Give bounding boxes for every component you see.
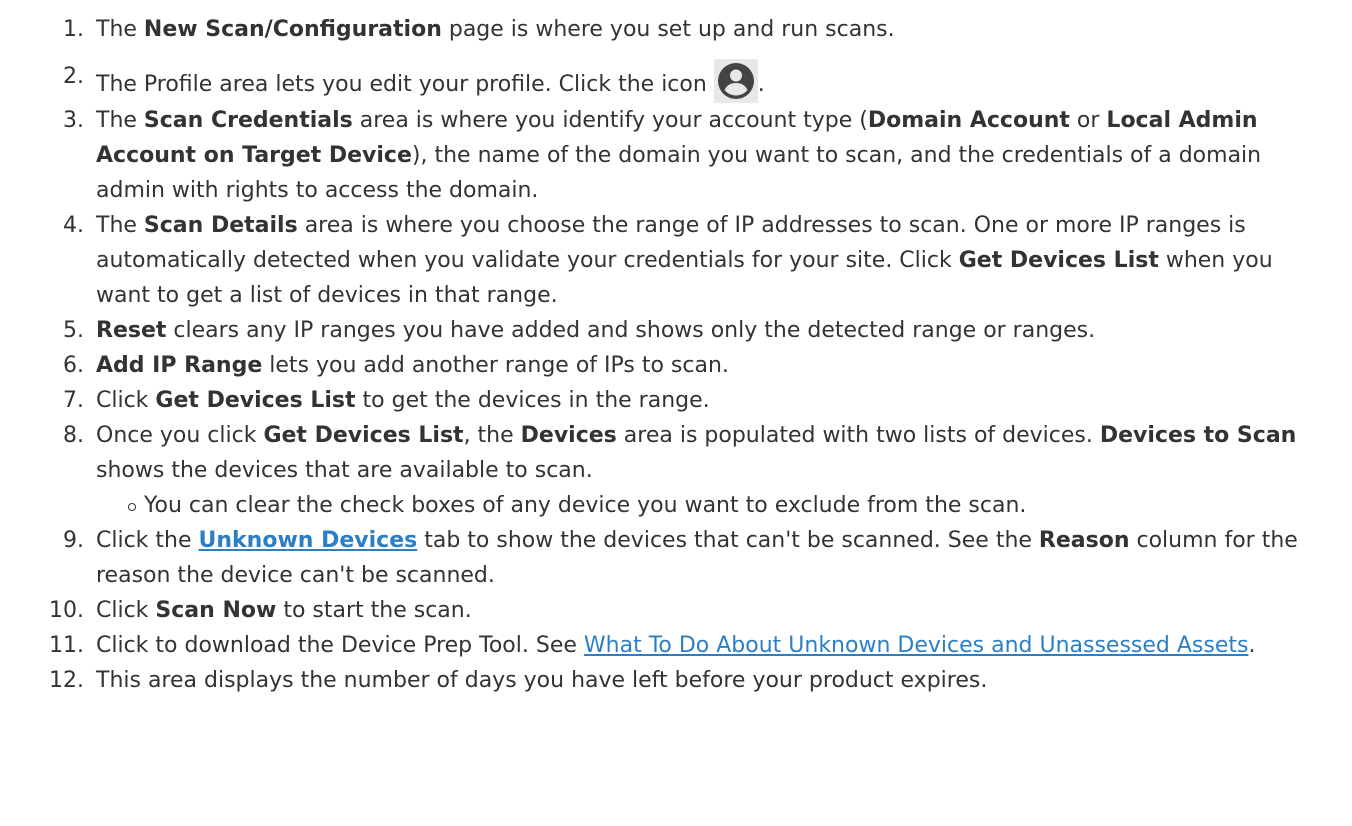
step-4: 4. The Scan Details area is where you ch…	[0, 208, 1352, 313]
circle-bullet-icon	[128, 503, 136, 511]
step-7: 7. Click Get Devices List to get the dev…	[0, 383, 1352, 418]
step-text: shows the devices that are available to …	[96, 458, 593, 483]
step-text: to get the devices in the range.	[355, 388, 710, 413]
step-number: 3.	[63, 108, 84, 133]
step-text: Click to download the Device Prep Tool. …	[96, 633, 584, 658]
step-text: Click	[96, 388, 156, 413]
step-3: 3. The Scan Credentials area is where yo…	[0, 103, 1352, 208]
step-number: 2.	[63, 64, 84, 89]
step-text: The	[96, 17, 144, 42]
scan-credentials-term: Scan Credentials	[143, 108, 353, 133]
step-text: The	[96, 108, 144, 133]
step-text: to start the scan.	[276, 598, 472, 623]
help-document: 1. The New Scan/Configuration page is wh…	[0, 12, 1352, 826]
step-6: 6. Add IP Range lets you add another ran…	[0, 348, 1352, 383]
step-number: 11.	[49, 633, 84, 658]
step-text: The Profile area lets you edit your prof…	[96, 72, 714, 97]
step-text: The	[96, 213, 144, 238]
unknown-devices-link[interactable]: Unknown Devices	[199, 528, 418, 553]
scan-details-term: Scan Details	[143, 213, 298, 238]
step-text: Click the	[96, 528, 199, 553]
step-11: 11. Click to download the Device Prep To…	[0, 628, 1352, 663]
step-number: 12.	[49, 668, 84, 693]
add-ip-range-term: Add IP Range	[96, 353, 263, 378]
get-devices-list-term: Get Devices List	[958, 248, 1159, 273]
get-devices-list-term: Get Devices List	[155, 388, 356, 413]
step-8: 8. Once you click Get Devices List, the …	[0, 418, 1352, 523]
step-text: or	[1069, 108, 1107, 133]
domain-account-term: Domain Account	[867, 108, 1070, 133]
step-text: .	[757, 72, 765, 97]
step-1: 1. The New Scan/Configuration page is wh…	[0, 12, 1352, 47]
step-12: 12. This area displays the number of day…	[0, 663, 1352, 698]
sub-list-item: You can clear the check boxes of any dev…	[96, 488, 1332, 523]
step-number: 8.	[63, 423, 84, 448]
get-devices-list-term: Get Devices List	[263, 423, 464, 448]
step-text: Once you click	[96, 423, 264, 448]
step-10: 10. Click Scan Now to start the scan.	[0, 593, 1352, 628]
step-9: 9. Click the Unknown Devices tab to show…	[0, 523, 1352, 593]
step-number: 6.	[63, 353, 84, 378]
reason-term: Reason	[1038, 528, 1130, 553]
sub-list: You can clear the check boxes of any dev…	[96, 488, 1332, 523]
step-text: , the	[463, 423, 521, 448]
slash: /	[264, 17, 273, 42]
reset-term: Reset	[96, 318, 167, 343]
step-text: page is where you set up and run scans.	[441, 17, 895, 42]
step-text: This area displays the number of days yo…	[96, 668, 988, 693]
unknown-devices-help-link[interactable]: What To Do About Unknown Devices and Una…	[584, 633, 1249, 658]
step-number: 10.	[49, 598, 84, 623]
step-text: Click	[96, 598, 156, 623]
step-text: clears any IP ranges you have added and …	[166, 318, 1096, 343]
devices-term: Devices	[520, 423, 617, 448]
new-scan-term: New Scan	[143, 17, 265, 42]
step-text: tab to show the devices that can't be sc…	[417, 528, 1039, 553]
steps-list: 1. The New Scan/Configuration page is wh…	[0, 12, 1352, 698]
step-number: 7.	[63, 388, 84, 413]
step-number: 4.	[63, 213, 84, 238]
devices-to-scan-term: Devices to Scan	[1099, 423, 1297, 448]
step-number: 9.	[63, 528, 84, 553]
step-text: lets you add another range of IPs to sca…	[262, 353, 729, 378]
step-number: 1.	[63, 17, 84, 42]
sub-item-text: You can clear the check boxes of any dev…	[144, 493, 1027, 518]
configuration-term: Configuration	[272, 17, 442, 42]
account-circle-icon	[713, 59, 758, 103]
step-text: area is populated with two lists of devi…	[616, 423, 1100, 448]
step-number: 5.	[63, 318, 84, 343]
step-text: area is where you identify your account …	[352, 108, 868, 133]
step-5: 5. Reset clears any IP ranges you have a…	[0, 313, 1352, 348]
scan-now-term: Scan Now	[155, 598, 277, 623]
step-text: .	[1248, 633, 1256, 658]
step-2: 2. The Profile area lets you edit your p…	[0, 59, 1352, 103]
